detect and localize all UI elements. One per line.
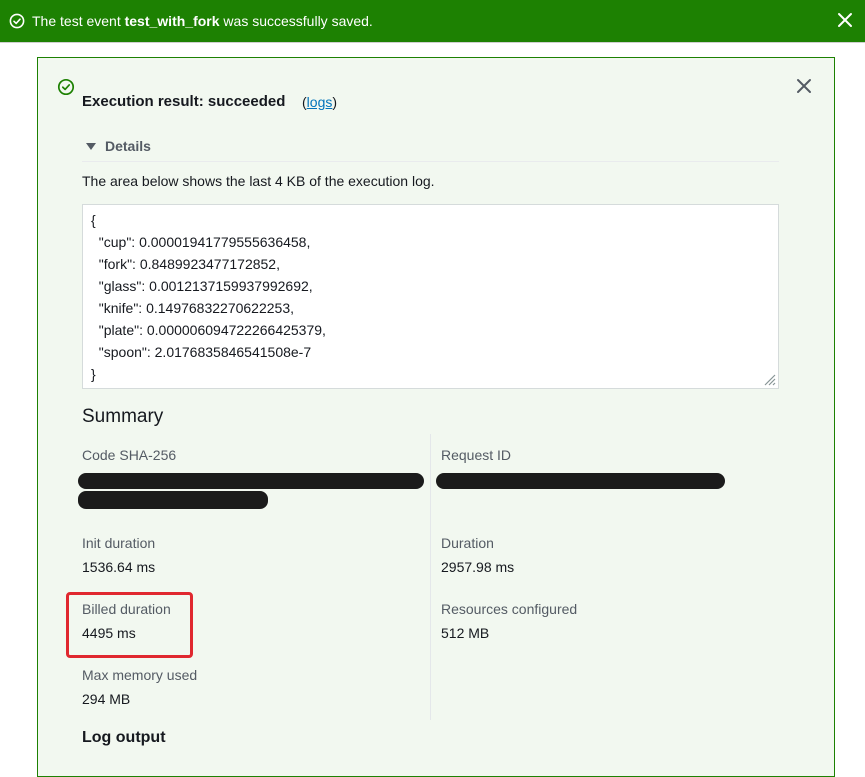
logs-link[interactable]: logs: [307, 94, 333, 110]
log-output-heading: Log output: [82, 729, 166, 746]
max-memory-label: Max memory used: [82, 667, 198, 683]
billed-duration-highlight: [66, 592, 193, 658]
execution-log-textarea[interactable]: { "cup": 0.00001941779555636458, "fork":…: [82, 204, 779, 389]
log-line: "fork": 0.8489923477172852,: [91, 256, 280, 272]
execution-result-title: Execution result: succeeded: [82, 93, 286, 110]
redaction-mark: [436, 473, 725, 489]
redaction-mark: [78, 473, 424, 489]
close-icon[interactable]: [795, 77, 813, 95]
logs-link-wrapper: (logs): [302, 94, 337, 110]
code-sha-label: Code SHA-256: [82, 447, 177, 463]
duration-label: Duration: [441, 535, 494, 551]
close-icon[interactable]: [835, 10, 855, 30]
log-line: {: [91, 212, 96, 228]
resources-configured-value: 512 MB: [441, 625, 490, 641]
resources-configured-label: Resources configured: [441, 601, 578, 617]
flash-prefix: The test event: [32, 13, 125, 29]
max-memory-value: 294 MB: [82, 691, 131, 707]
log-line: "plate": 0.000006094722266425379,: [91, 322, 326, 338]
success-flash-banner: The test event test_with_fork was succes…: [0, 0, 865, 42]
log-note: The area below shows the last 4 KB of th…: [82, 173, 435, 189]
divider: [82, 161, 779, 162]
log-line: "cup": 0.00001941779555636458,: [91, 234, 311, 250]
log-line: "knife": 0.14976832270622253,: [91, 300, 294, 316]
details-label: Details: [105, 138, 151, 154]
column-divider: [430, 434, 431, 720]
init-duration-value: 1536.64 ms: [82, 559, 156, 575]
caret-down-icon: [86, 142, 96, 150]
details-toggle[interactable]: Details: [86, 138, 151, 154]
log-line: "spoon": 2.0176835846541508e-7: [91, 344, 312, 360]
logs-close-paren: ): [332, 94, 338, 110]
redaction-mark: [78, 491, 268, 509]
request-id-label: Request ID: [441, 447, 512, 463]
success-check-icon: [9, 13, 25, 29]
log-line: "glass": 0.0012137159937992692,: [91, 278, 313, 294]
summary-heading: Summary: [82, 406, 164, 427]
flash-suffix: was successfully saved.: [219, 13, 373, 29]
duration-value: 2957.98 ms: [441, 559, 515, 575]
resize-grip-icon[interactable]: [762, 372, 776, 386]
flash-event-name: test_with_fork: [124, 13, 220, 29]
success-check-icon: [57, 78, 75, 96]
init-duration-label: Init duration: [82, 535, 156, 551]
flash-message: The test event test_with_fork was succes…: [32, 13, 373, 29]
log-line: }: [91, 366, 96, 382]
divider: [0, 42, 865, 43]
